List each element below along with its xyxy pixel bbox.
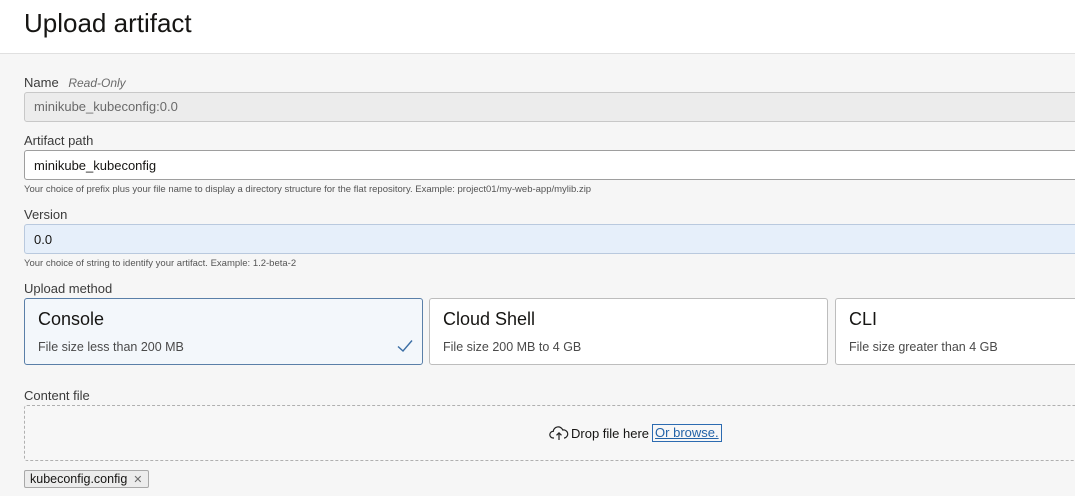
file-chip: kubeconfig.config ✕: [24, 470, 149, 488]
browse-link[interactable]: Or browse.: [652, 424, 722, 442]
name-field: minikube_kubeconfig:0.0: [24, 92, 1075, 122]
drop-text: Drop file here: [571, 425, 650, 441]
upload-option-cloud-shell[interactable]: Cloud Shell File size 200 MB to 4 GB: [429, 298, 828, 365]
checkmark-icon: [397, 340, 413, 353]
remove-file-icon[interactable]: ✕: [133, 473, 142, 486]
read-only-tag: Read-Only: [68, 76, 126, 90]
version-input[interactable]: [24, 224, 1075, 254]
file-chip-label: kubeconfig.config: [30, 472, 128, 486]
artifact-path-hint: Your choice of prefix plus your file nam…: [24, 184, 592, 195]
option-description: File size 200 MB to 4 GB: [443, 340, 582, 354]
option-description: File size less than 200 MB: [38, 340, 184, 354]
file-dropzone[interactable]: Drop file here Or browse.: [24, 405, 1075, 461]
upload-method-label: Upload method: [24, 281, 113, 296]
option-title: CLI: [849, 309, 878, 329]
version-hint: Your choice of string to identify your a…: [24, 258, 297, 269]
name-label-text: Name: [24, 75, 59, 90]
page-header: Upload artifact: [0, 0, 1075, 54]
option-description: File size greater than 4 GB: [849, 340, 998, 354]
version-label: Version: [24, 207, 68, 222]
artifact-path-label: Artifact path: [24, 133, 94, 148]
name-label: Name Read-Only: [24, 75, 126, 90]
page-title: Upload artifact: [24, 8, 192, 38]
artifact-path-input[interactable]: [24, 150, 1075, 180]
cloud-upload-icon: [549, 426, 569, 440]
upload-option-cli[interactable]: CLI File size greater than 4 GB: [835, 298, 1075, 365]
option-title: Cloud Shell: [443, 309, 536, 329]
option-title: Console: [38, 309, 105, 329]
content-file-label: Content file: [24, 388, 90, 403]
drop-instructions: Drop file here Or browse.: [549, 424, 722, 442]
upload-option-console[interactable]: Console File size less than 200 MB: [24, 298, 423, 365]
